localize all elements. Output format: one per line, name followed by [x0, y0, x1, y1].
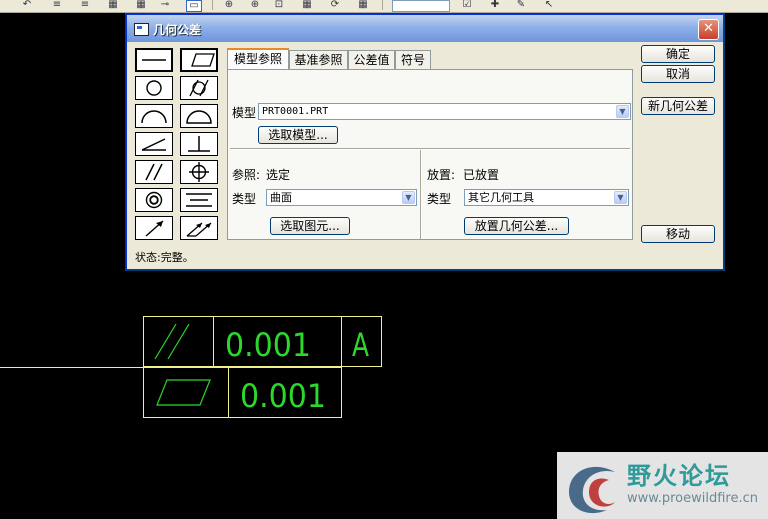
symmetry-icon	[186, 193, 212, 207]
concentricity-icon	[145, 191, 163, 209]
cylindricity-button[interactable]	[180, 76, 218, 100]
reference-label: 参照:	[232, 168, 261, 182]
dialog-title-bar[interactable]: 几何公差 ✕	[127, 15, 723, 42]
surface-profile-icon	[186, 110, 212, 124]
annotation-icon[interactable]: ▭	[186, 0, 202, 12]
table-icon[interactable]: ▦	[134, 0, 148, 10]
straightness-button[interactable]	[135, 48, 173, 72]
parallelism-icon	[145, 163, 163, 181]
undo-icon[interactable]: ↶	[20, 0, 34, 10]
concentricity-button[interactable]	[135, 188, 173, 212]
link-icon[interactable]: ⊸	[158, 0, 172, 10]
flatness-symbol	[156, 379, 211, 406]
angularity-icon	[141, 138, 166, 151]
tab-symbol[interactable]: 符号	[395, 50, 431, 69]
reference-type-value: 曲面	[270, 191, 292, 204]
model-label: 模型	[232, 106, 257, 120]
feature-control-frame[interactable]: 0.001 A 0.001	[0, 300, 400, 420]
watermark-logo: 野火论坛 www.proewildfire.cn	[557, 452, 768, 519]
placement-type-combo[interactable]: 其它几何工具 ▼	[464, 189, 629, 206]
add-icon[interactable]: ✚	[488, 0, 502, 10]
flame-logo-icon	[569, 466, 615, 514]
watermark-name: 野火论坛	[627, 462, 731, 490]
cylindricity-icon	[189, 79, 209, 97]
watermark-url: www.proewildfire.cn	[627, 491, 758, 506]
reference-value: 选定	[266, 168, 291, 182]
symmetry-button[interactable]	[180, 188, 218, 212]
model-reference-panel: 模型 PRT0001.PRT ▼ 选取模型... 参照: 选定 类型 曲面 ▼ …	[227, 69, 633, 240]
close-button[interactable]: ✕	[698, 19, 719, 40]
table-icon[interactable]: ▦	[356, 0, 370, 10]
datum-letter: A	[352, 326, 369, 364]
cancel-button[interactable]: 取消	[641, 65, 715, 83]
toolbar-field[interactable]	[392, 0, 450, 12]
model-combo[interactable]: PRT0001.PRT ▼	[258, 103, 631, 120]
straightness-icon	[142, 59, 166, 61]
chevron-down-icon[interactable]: ▼	[616, 105, 629, 118]
datum-icon[interactable]: ⊕	[222, 0, 236, 10]
list-icon[interactable]: ≡	[78, 0, 92, 10]
placement-type-label: 类型	[427, 192, 452, 206]
perpendicularity-button[interactable]	[180, 132, 218, 156]
status-text: 状态:完整。	[135, 251, 194, 264]
select-entity-button[interactable]: 选取图元...	[270, 217, 350, 235]
top-toolbar: ↶ ≡ ≡ ▦ ▦ ⊸ ▭ ⊕ ⊕ ⊡ ▦ ⟳ ▦ ☑ ✚ ✎ ↖	[0, 0, 768, 13]
surface-profile-button[interactable]	[180, 104, 218, 128]
table-icon[interactable]: ▦	[106, 0, 120, 10]
refresh-icon[interactable]: ⟳	[328, 0, 342, 10]
parallelism-symbol	[154, 323, 177, 360]
chevron-down-icon[interactable]: ▼	[402, 191, 415, 204]
circularity-icon	[146, 80, 162, 96]
tolerance-value-2: 0.001	[240, 377, 326, 415]
tab-datum-reference[interactable]: 基准参照	[289, 50, 348, 69]
position-icon	[189, 162, 209, 182]
line-profile-button[interactable]	[135, 104, 173, 128]
dialog-title: 几何公差	[153, 23, 202, 37]
check-icon[interactable]: ☑	[460, 0, 474, 10]
total-runout-button[interactable]	[180, 216, 218, 240]
tolerance-value-1: 0.001	[225, 326, 311, 364]
move-button[interactable]: 移动	[641, 225, 715, 243]
angularity-button[interactable]	[135, 132, 173, 156]
place-tolerance-button[interactable]: 放置几何公差...	[464, 217, 569, 235]
circularity-button[interactable]	[135, 76, 173, 100]
geometric-tolerance-dialog: 几何公差 ✕ 模型参照 基准参照 公差值 符号 模型 PRT0001.PRT ▼…	[126, 14, 724, 270]
parallelism-button[interactable]	[135, 160, 173, 184]
reference-type-label: 类型	[232, 192, 257, 206]
table-icon[interactable]: ▦	[300, 0, 314, 10]
parallelism-symbol	[167, 323, 190, 360]
flatness-icon	[191, 53, 215, 67]
new-tolerance-button[interactable]: 新几何公差	[641, 97, 715, 115]
placement-value: 已放置	[463, 168, 500, 182]
list-icon[interactable]: ≡	[50, 0, 64, 10]
divider	[230, 148, 630, 150]
circular-runout-button[interactable]	[135, 216, 173, 240]
edit-icon[interactable]: ✎	[514, 0, 528, 10]
position-button[interactable]	[180, 160, 218, 184]
chevron-down-icon[interactable]: ▼	[614, 191, 627, 204]
flatness-button[interactable]	[180, 48, 218, 72]
divider	[420, 150, 422, 239]
placement-type-value: 其它几何工具	[468, 191, 534, 204]
note-icon[interactable]: ⊡	[272, 0, 286, 10]
window-icon	[134, 23, 149, 36]
tolerance-symbol-palette	[135, 48, 223, 244]
reference-type-combo[interactable]: 曲面 ▼	[266, 189, 417, 206]
model-value: PRT0001.PRT	[262, 106, 329, 117]
pointer-icon[interactable]: ↖	[542, 0, 556, 10]
select-model-button[interactable]: 选取模型...	[258, 126, 338, 144]
tab-model-reference[interactable]: 模型参照	[227, 48, 289, 70]
tab-tolerance-value[interactable]: 公差值	[348, 50, 395, 69]
total-runout-icon	[186, 222, 212, 237]
ok-button[interactable]: 确定	[641, 45, 715, 63]
line-profile-icon	[141, 110, 167, 124]
placement-label: 放置:	[427, 168, 456, 182]
datum-icon[interactable]: ⊕	[248, 0, 262, 10]
perpendicularity-icon	[188, 136, 210, 152]
circular-runout-icon	[145, 220, 164, 237]
